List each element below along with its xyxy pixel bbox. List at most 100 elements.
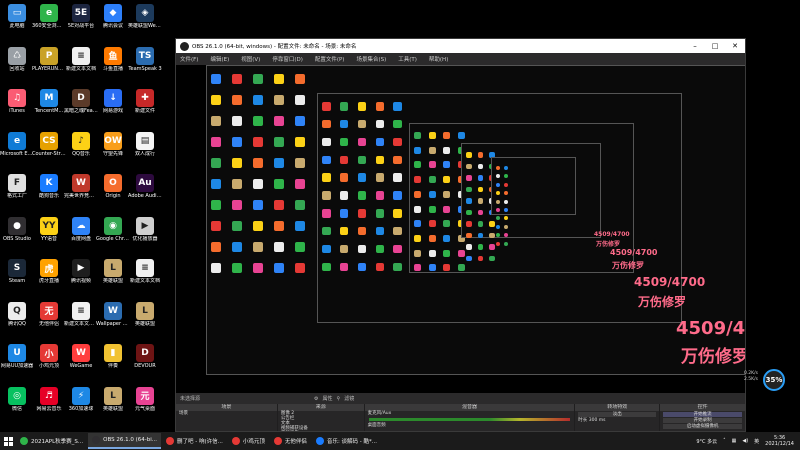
desktop-icon[interactable]: L 英雄联盟 (128, 301, 162, 327)
obs-window[interactable]: OBS 26.1.0 (64-bit, windows) - 配置文件: 未命名… (175, 38, 746, 432)
chevron-up-icon[interactable]: ˄ (723, 438, 726, 444)
gear-icon[interactable]: ⚙ (314, 396, 318, 402)
start-button[interactable] (0, 433, 16, 449)
menu-item[interactable]: 场景集合(S) (356, 55, 386, 63)
weather-text[interactable]: 9°C 多云 (696, 438, 717, 445)
desktop-icon[interactable]: ◆ 腾讯会议 (96, 4, 130, 29)
desktop-icon[interactable]: F 格式工厂 (0, 174, 34, 199)
desktop-icon[interactable]: M TencentM... (32, 89, 66, 114)
desktop-icon[interactable]: U 网易UU加速器 (0, 344, 34, 369)
desktop-icon[interactable]: K 酷狗音乐 (32, 174, 66, 199)
desktop-icon[interactable]: W WeGame (64, 344, 98, 369)
desktop-icon[interactable]: ◉Google Chrome (96, 216, 130, 242)
desktop-icon[interactable]: D DEVOUR (128, 344, 162, 369)
maximize-icon[interactable]: □ (705, 42, 725, 50)
desktop-icon[interactable]: 5E 5E对战平台 (64, 4, 98, 29)
control-button[interactable]: 启动虚拟摄像机 (663, 424, 742, 429)
desktop-icon[interactable]: ▭ 此电脑 (0, 4, 34, 29)
menu-item[interactable]: 停靠窗口(D) (272, 55, 303, 63)
obs-preview[interactable]: 4509/4700万伤修罗4509/4700万伤修罗4509/4700万伤修罗4… (176, 65, 745, 393)
desktop-icon[interactable]: 无无他伴侣 (32, 301, 66, 327)
desktop-icon[interactable]: YY YY语音 (32, 216, 66, 242)
menu-item[interactable]: 工具(T) (398, 55, 417, 63)
desktop-icon[interactable]: ● OBS Studio (0, 216, 34, 242)
mini-icon (211, 116, 221, 126)
transition-select[interactable]: 淡出 (578, 412, 657, 417)
taskbar-item[interactable]: 2021APL秋季赛_S... (16, 433, 87, 449)
desktop-icon[interactable]: D黑暗之魂Fear sur... (64, 89, 98, 114)
desktop-icon[interactable]: ♺ 回收站 (0, 46, 34, 72)
mini-icon (357, 262, 367, 272)
desktop-icon[interactable]: ◈英雄联盟WeGame版 (128, 4, 162, 29)
app-icon: 小 (40, 344, 58, 362)
desktop-icon[interactable]: L 英雄联盟 (96, 259, 130, 284)
accelerator-ball[interactable]: 35% (763, 369, 785, 391)
desktop-icon[interactable]: e 360安全浏览器 (32, 4, 66, 29)
mini-icon (339, 244, 349, 254)
desktop-icon[interactable]: Q 腾讯QQ (0, 301, 34, 327)
filters-button[interactable]: 滤镜 (344, 395, 354, 402)
desktop-icon[interactable]: TS TeamSpeak 3 (128, 46, 162, 72)
desktop-icon[interactable]: PPLAYERUNKNOWN'S BATTLEGR... (32, 46, 66, 72)
menu-item[interactable]: 编辑(E) (210, 55, 229, 63)
menu-item[interactable]: 视图(V) (241, 55, 260, 63)
desktop-icon[interactable]: ▮ 伴奏 (96, 344, 130, 369)
desktop-icon[interactable]: L 英雄联盟 (96, 386, 130, 412)
mini-icon (339, 209, 349, 218)
desktop-icon[interactable]: ♪ QQ音乐 (64, 131, 98, 157)
desktop-icon[interactable]: WWallpaper Engine... (96, 301, 130, 327)
minimize-icon[interactable]: – (685, 42, 705, 50)
mini-icon (414, 264, 421, 272)
menu-item[interactable]: 文件(F) (180, 55, 198, 63)
desktop-icon[interactable]: ↓ 网易游戏 (96, 89, 130, 114)
desktop-icon[interactable]: ✚ 新建文件 (128, 89, 162, 114)
taskbar-app-icon (315, 437, 324, 445)
scene-item[interactable]: 场景 (176, 411, 277, 416)
network-icon[interactable]: ▦ (732, 438, 737, 444)
desktop-icon[interactable]: e Microsoft Edge (0, 131, 34, 157)
clock[interactable]: 5:36 2021/12/14 (765, 435, 794, 447)
desktop-icon-label: Wallpaper Engine... (96, 320, 130, 327)
mini-icon (357, 191, 367, 200)
desktop-icon[interactable]: ≡ 新建文本文档 (64, 46, 98, 72)
desktop-icon[interactable]: ◎ 微信 (0, 386, 34, 412)
desktop-icon[interactable]: OW 守望先锋 (96, 131, 130, 157)
taskbar-item[interactable]: 小鸡元顶 (228, 433, 269, 449)
desktop-icon[interactable]: ≡新建文本文档 (2) (64, 301, 98, 327)
taskbar-item[interactable]: 音乐: 谈解码 - 酷*... (312, 433, 381, 449)
desktop-icon[interactable]: ≡ 新建文本文档 (128, 259, 162, 284)
control-button[interactable]: 开始推流 (663, 412, 742, 417)
desktop-icon[interactable]: CSCounter-Strike Global Off... (32, 131, 66, 157)
desktop-icon[interactable]: 虎虎牙直播 (32, 259, 66, 284)
desktop-icon[interactable]: W完美世界竞技平台 (64, 174, 98, 199)
desktop-icon[interactable]: ⚡ 360加速球 (64, 386, 98, 412)
close-icon[interactable]: ✕ (725, 42, 745, 50)
desktop-icon[interactable]: ▤ 双人成行 (128, 131, 162, 157)
desktop-icon[interactable]: S Steam (0, 259, 34, 284)
menu-item[interactable]: 配置文件(P) (315, 55, 345, 63)
ime-indicator[interactable]: 英 (754, 438, 759, 445)
mini-icon (393, 173, 402, 182)
menu-item[interactable]: 帮助(H) (429, 55, 448, 63)
taskbar-item[interactable]: 无他伴侣 (270, 433, 311, 449)
desktop-icon[interactable]: 元元气桌面 (128, 386, 162, 412)
desktop-icon[interactable]: Au Adobe Audit... (128, 174, 162, 199)
desktop-icon[interactable]: ▶ 腾讯视频 (64, 259, 98, 284)
app-icon: 无 (40, 301, 58, 320)
filter-icon[interactable]: ⚲ (337, 396, 341, 402)
obs-title-bar[interactable]: OBS 26.1.0 (64-bit, windows) - 配置文件: 未命名… (176, 39, 745, 53)
desktop-icon[interactable]: O Origin (96, 174, 130, 199)
desktop-icon[interactable]: ♬ 网易云音乐 (32, 386, 66, 412)
volume-icon[interactable]: ◀) (742, 438, 748, 444)
desktop-icon[interactable]: 小小鸡元顶 (32, 344, 66, 369)
desktop-icon[interactable]: 鱼斗鱼直播 (96, 46, 130, 72)
app-icon: OW (104, 131, 122, 150)
controls-dock: 控件 开始推流 开始录制 启动虚拟摄像机 (660, 404, 745, 431)
taskbar-item[interactable]: 删了吧 - 响(许信... (162, 433, 227, 449)
taskbar-item[interactable]: OBS 26.1.0 (64-bi... (88, 433, 162, 449)
properties-button[interactable]: 属性 (323, 395, 333, 402)
desktop-icon[interactable]: ♫ iTunes (0, 89, 34, 114)
control-button[interactable]: 开始录制 (663, 418, 742, 423)
desktop-icon[interactable]: ☁ 百度网盘 (64, 216, 98, 242)
desktop-icon[interactable]: ▶ 优化播放器 (128, 216, 162, 242)
